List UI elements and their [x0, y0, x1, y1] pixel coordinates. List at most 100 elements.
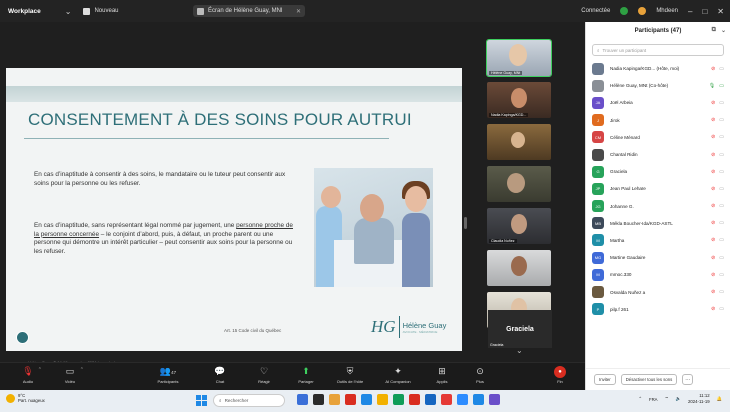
apps-button[interactable]: ⊞ Applis [422, 365, 462, 384]
mic-off-icon[interactable]: ⊘ [711, 152, 715, 158]
camera-off-icon[interactable]: ▭ [719, 306, 724, 312]
maximize-button[interactable]: □ [702, 7, 707, 16]
participant-row[interactable]: JP Jean Paul Lehaïe ⊘ ▭ [586, 180, 730, 197]
participant-row[interactable]: Osvalda Nuñez a ⊘ ▭ [586, 283, 730, 300]
invite-button[interactable]: Inviter [594, 374, 616, 385]
tab-close-icon[interactable]: ✕ [296, 8, 301, 15]
taskbar-app-icon[interactable] [473, 394, 484, 405]
taskbar-app-icon[interactable] [457, 394, 468, 405]
taskbar-search[interactable]: ⌕ Rechercher [213, 394, 285, 407]
start-button[interactable] [196, 395, 207, 406]
chevron-up-icon[interactable]: ⌃ [80, 367, 84, 373]
camera-off-icon[interactable]: ▭ [719, 100, 724, 106]
mic-off-icon[interactable]: ⊘ [711, 255, 715, 261]
host-tools-button[interactable]: ⛨ Outils de l’hôte [330, 365, 370, 384]
mic-off-icon[interactable]: ⊘ [711, 186, 715, 192]
mute-all-button[interactable]: Désactiver tous les sons [620, 374, 678, 385]
camera-icon[interactable]: ▭ [719, 83, 724, 89]
mic-off-icon[interactable]: ⊘ [711, 169, 715, 175]
mic-off-icon[interactable]: ⊘ [711, 220, 715, 226]
participant-row[interactable]: JG Johanne G. ⊘ ▭ [586, 198, 730, 215]
more-button[interactable]: ⊙ Plus [460, 365, 500, 384]
more-options-button[interactable]: ··· [682, 374, 694, 385]
new-button[interactable]: Nouveau [83, 7, 119, 15]
mic-off-icon[interactable]: ⊘ [711, 272, 715, 278]
video-tile[interactable] [487, 124, 551, 160]
camera-off-icon[interactable]: ▭ [719, 220, 724, 226]
camera-off-icon[interactable]: ▭ [719, 66, 724, 72]
audio-button[interactable]: 🎙 Audio ⌃ [8, 365, 48, 384]
wifi-icon[interactable]: ⌔ [665, 396, 669, 402]
taskbar-app-icon[interactable] [297, 394, 308, 405]
shield-icon[interactable] [620, 7, 629, 15]
participant-row[interactable]: Nadia Kapinga/KGD... (Hôte, moi) ⊘ ▭ [586, 60, 730, 77]
camera-off-icon[interactable]: ▭ [719, 186, 724, 192]
participant-row[interactable]: M Martha ⊘ ▭ [586, 232, 730, 249]
camera-off-icon[interactable]: ▭ [719, 169, 724, 175]
participant-search-input[interactable]: ⌕ Trouver un participant [592, 44, 724, 56]
participant-row[interactable]: Mmmoc.330 ⊘ ▭ [586, 266, 730, 283]
share-button[interactable]: ⬆ Partager [286, 365, 326, 384]
video-tile[interactable] [487, 250, 551, 286]
mic-off-icon[interactable]: ⊘ [711, 306, 715, 312]
participants-button[interactable]: 👥47 Participants [148, 365, 188, 384]
taskbar-app-icon[interactable] [489, 394, 500, 405]
end-meeting-button[interactable]: ● Fin [549, 366, 571, 384]
mic-off-icon[interactable]: ⊘ [711, 66, 715, 72]
participant-row[interactable]: Ppilp.f 261 ⊘ ▭ [586, 301, 730, 318]
camera-off-icon[interactable]: ▭ [719, 203, 724, 209]
participant-row[interactable]: MB Mékla Boucher-Ida/KGD-ASTL ⊘ ▭ [586, 215, 730, 232]
camera-off-icon[interactable]: ▭ [719, 289, 724, 295]
video-button[interactable]: ▭ Vidéo ⌃ [50, 365, 90, 384]
taskbar-app-icon[interactable] [329, 394, 340, 405]
participant-row[interactable]: G Graciela ⊘ ▭ [586, 163, 730, 180]
minimize-button[interactable]: – [688, 7, 692, 16]
mic-off-icon[interactable]: ⊘ [711, 203, 715, 209]
taskbar-app-icon[interactable] [377, 394, 388, 405]
chevron-up-icon[interactable]: ⌃ [38, 367, 42, 373]
video-tile[interactable]: Hélène Guay, MNt [486, 39, 552, 77]
camera-off-icon[interactable]: ▭ [719, 117, 724, 123]
gallery-resize-handle[interactable] [464, 217, 467, 229]
notification-icon[interactable]: 🔔 [717, 396, 722, 402]
taskbar-app-icon[interactable] [393, 394, 404, 405]
video-tile[interactable]: Nadia Kapinga/KGD... [487, 82, 551, 118]
gallery-chevron-down-icon[interactable]: ⌄ [516, 346, 523, 355]
participant-row[interactable]: Hélène Guay, MNt (Co-hôte) 🎙 ▭ [586, 77, 730, 94]
camera-off-icon[interactable]: ▭ [719, 237, 724, 243]
taskbar-app-icon[interactable] [361, 394, 372, 405]
participant-row[interactable]: MG Martine Gaudaire ⊘ ▭ [586, 249, 730, 266]
user-name[interactable]: Mhdeen [656, 8, 678, 14]
taskbar-app-icon[interactable] [345, 394, 356, 405]
camera-off-icon[interactable]: ▭ [719, 134, 724, 140]
weather-widget[interactable]: 9°C Part. nuageux [6, 393, 45, 403]
language-indicator[interactable]: FRA [649, 397, 658, 402]
participant-row[interactable]: Chantal Ridin ⊘ ▭ [586, 146, 730, 163]
speaker-icon[interactable]: 🔈 [676, 396, 681, 402]
taskbar-app-icon[interactable] [409, 394, 420, 405]
taskbar-app-icon[interactable] [425, 394, 436, 405]
participant-row[interactable]: JA Joël Arbeia ⊘ ▭ [586, 94, 730, 111]
mic-icon[interactable]: 🎙 [709, 83, 715, 89]
presenter-avatar-icon[interactable] [16, 331, 29, 344]
participant-row[interactable]: J Jirok ⊘ ▭ [586, 112, 730, 129]
close-window-button[interactable]: ✕ [717, 7, 724, 16]
camera-off-icon[interactable]: ▭ [719, 152, 724, 158]
user-avatar[interactable] [638, 7, 647, 15]
video-tile-no-camera[interactable]: Graciela Graciela [488, 310, 552, 348]
ai-companion-button[interactable]: ✦ AI Companion [378, 365, 418, 384]
taskbar-app-icon[interactable] [313, 394, 324, 405]
camera-off-icon[interactable]: ▭ [719, 255, 724, 261]
video-tile[interactable] [487, 166, 551, 202]
mic-off-icon[interactable]: ⊘ [711, 134, 715, 140]
mic-off-icon[interactable]: ⊘ [711, 289, 715, 295]
mic-off-icon[interactable]: ⊘ [711, 100, 715, 106]
tab-screen-share[interactable]: Écran de Hélène Guay, MNI ✕ [193, 5, 305, 17]
video-tile[interactable]: Claudia Nuñez [487, 208, 551, 244]
react-button[interactable]: ♡ Réagir [244, 365, 284, 384]
participant-row[interactable]: CM Céline Ménard ⊘ ▭ [586, 129, 730, 146]
taskbar-app-icon[interactable] [441, 394, 452, 405]
chat-button[interactable]: 💬 Chat [200, 365, 240, 384]
mic-off-icon[interactable]: ⊘ [711, 117, 715, 123]
chevron-down-icon[interactable]: ⌄ [65, 7, 72, 16]
